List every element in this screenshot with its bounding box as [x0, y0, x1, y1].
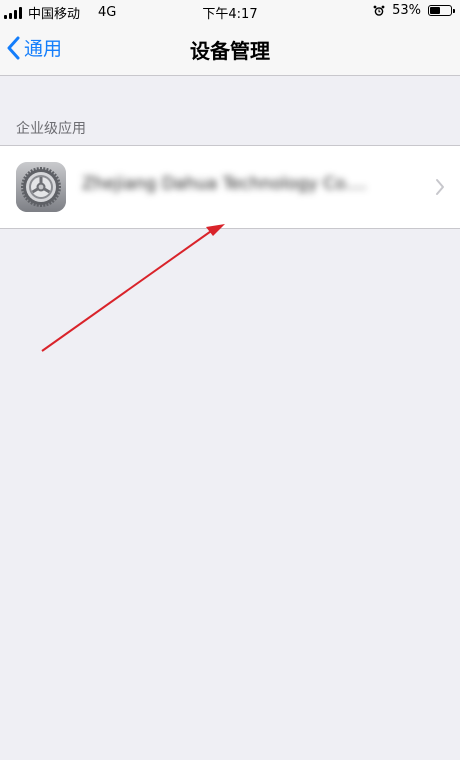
- section-header: 企业级应用: [16, 121, 86, 137]
- status-bar: 中国移动 4G 下午4:17 53%: [0, 0, 460, 22]
- battery-percentage: 53%: [392, 3, 421, 18]
- chevron-right-icon: [436, 179, 444, 195]
- battery-level-fill: [430, 7, 441, 14]
- navigation-bar: 通用 设备管理: [0, 22, 460, 76]
- annotation-arrow: [41, 224, 225, 352]
- battery-icon: [428, 5, 455, 16]
- profile-name: Zhejiang Dahua Technology Co....: [82, 174, 367, 194]
- status-right: 53%: [373, 3, 455, 18]
- enterprise-app-profile-row[interactable]: Zhejiang Dahua Technology Co....: [0, 145, 460, 229]
- alarm-clock-icon: [373, 5, 385, 16]
- settings-gear-icon: [16, 162, 66, 212]
- page-title: 设备管理: [190, 39, 270, 63]
